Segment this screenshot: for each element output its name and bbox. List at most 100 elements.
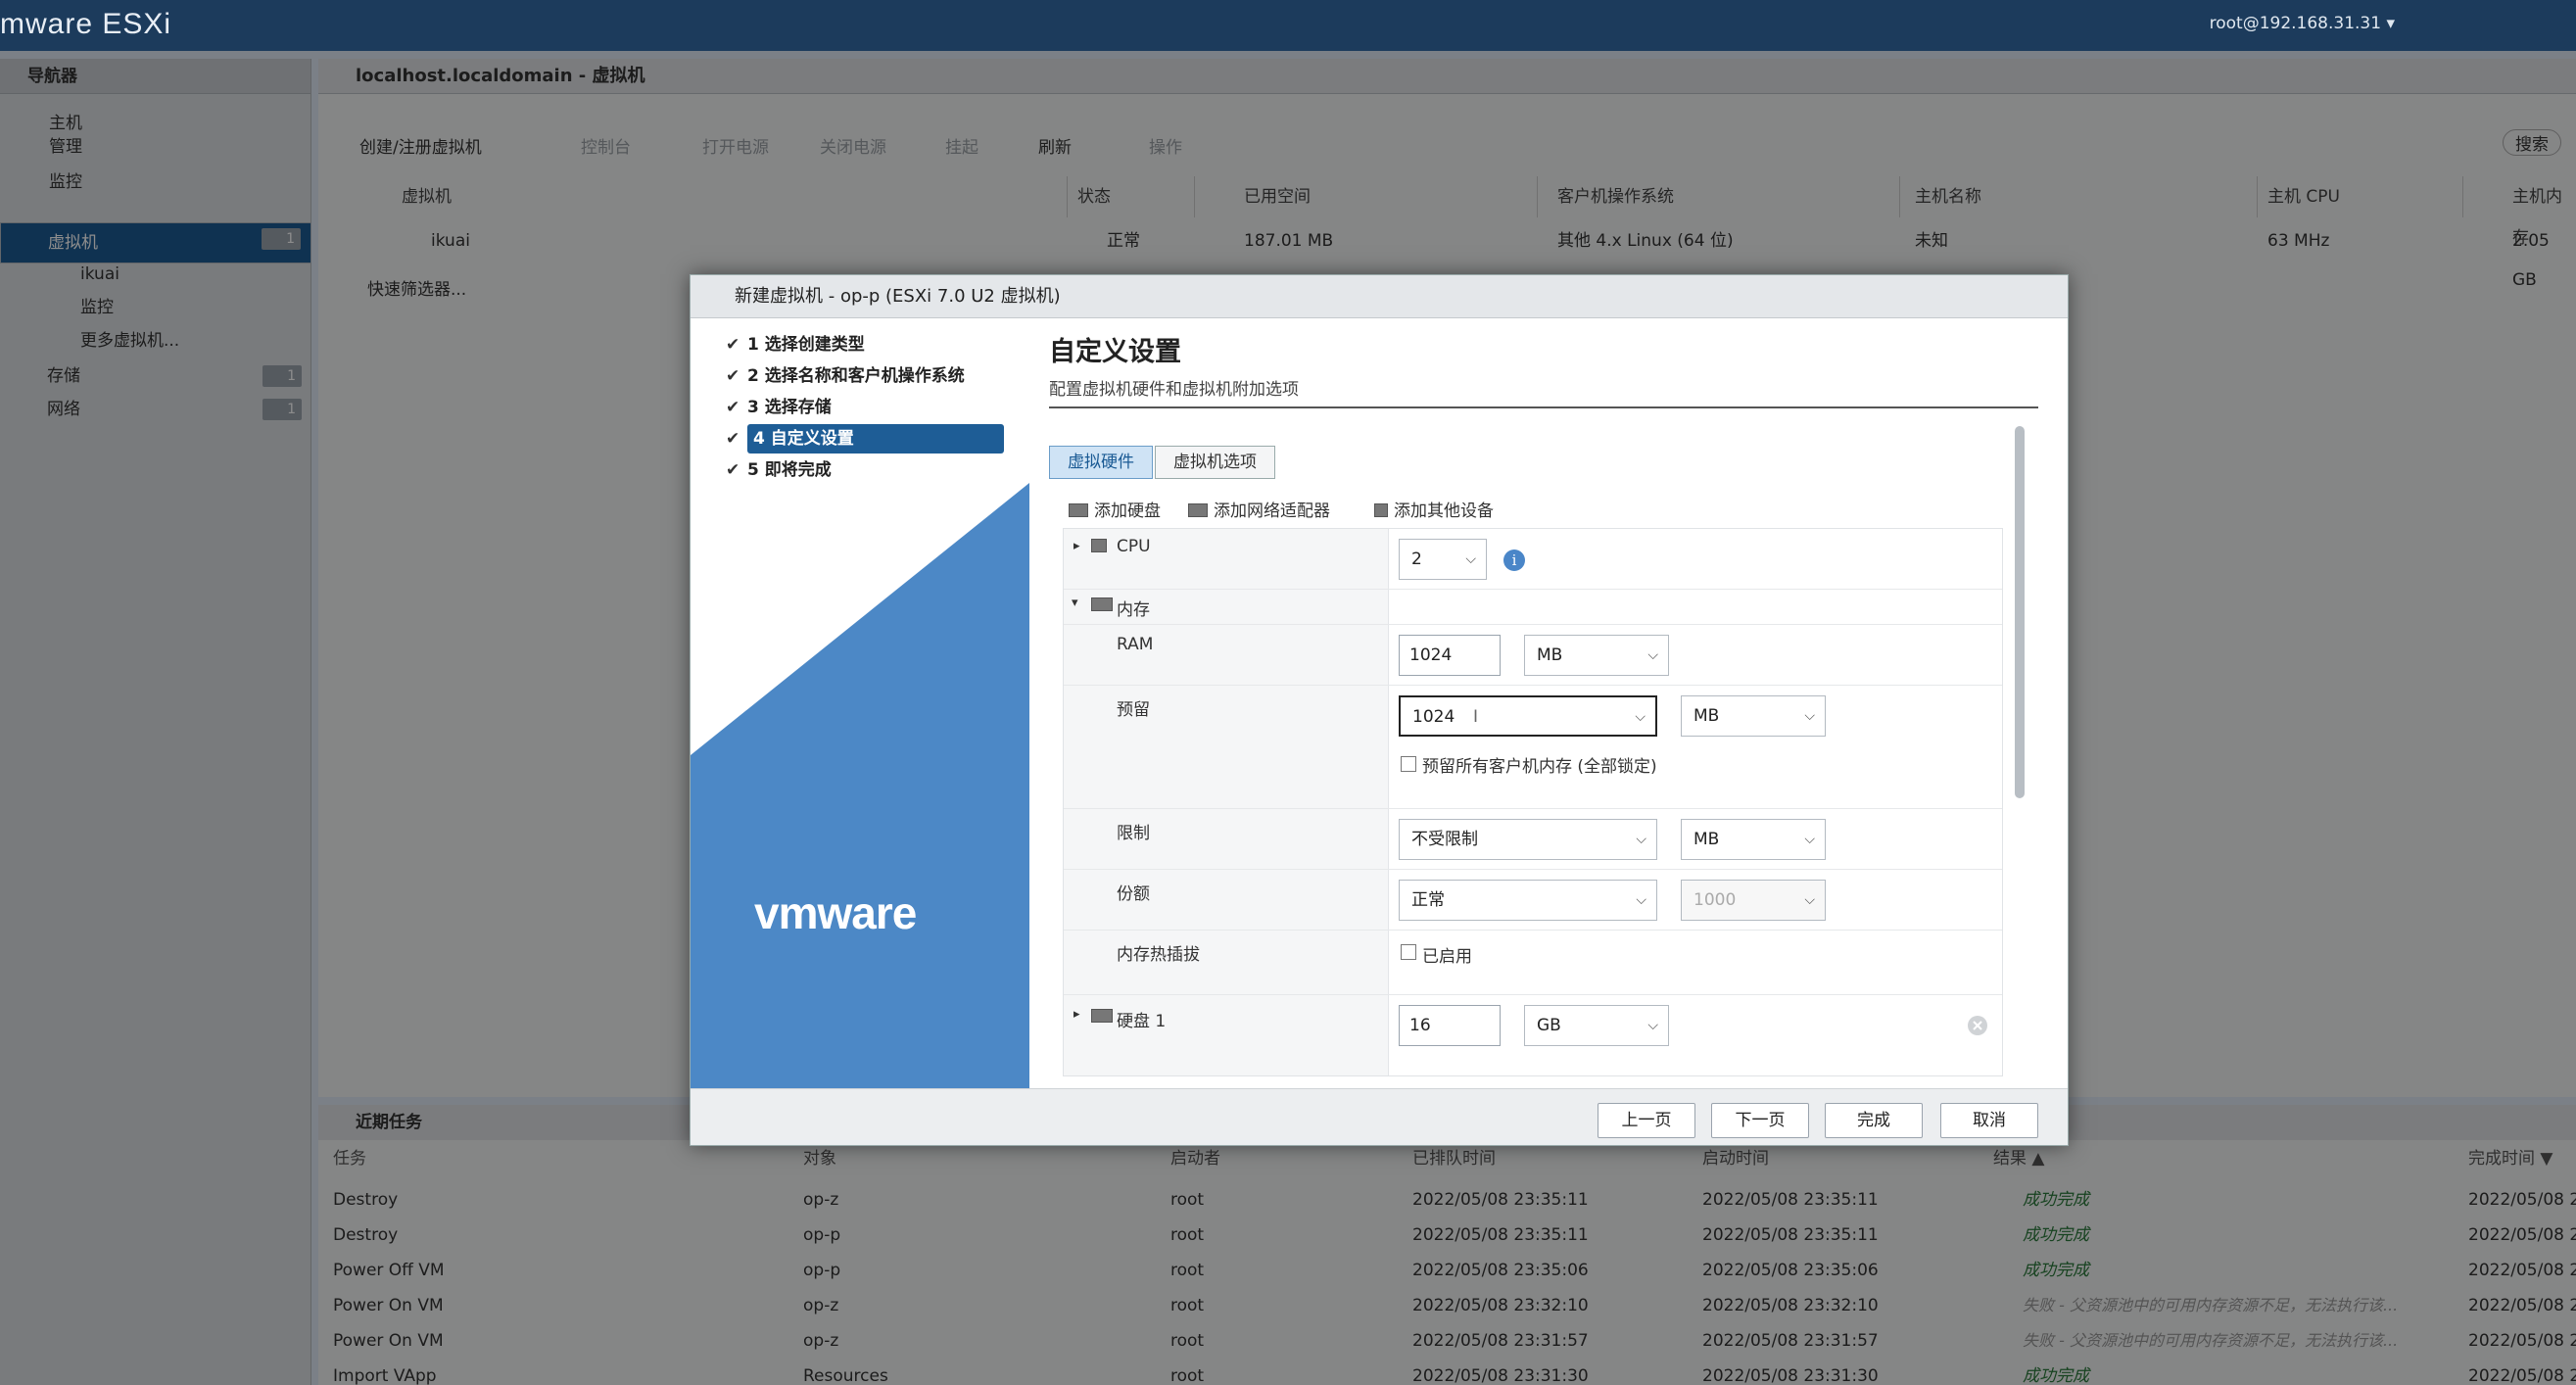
- add-other-device-button[interactable]: 添加其他设备: [1374, 497, 1494, 521]
- col-host-mem[interactable]: 主机内存: [2512, 176, 2576, 248]
- ram-unit-value: MB: [1537, 645, 1563, 665]
- add-hard-disk-button[interactable]: 添加硬盘: [1069, 497, 1161, 521]
- device-icon: [1374, 503, 1388, 517]
- reserve-all-checkbox[interactable]: [1401, 756, 1416, 772]
- task-name: Power On VM: [333, 1296, 444, 1315]
- cancel-button[interactable]: 取消: [1940, 1103, 2038, 1138]
- info-icon[interactable]: i: [1503, 549, 1526, 572]
- back-button[interactable]: 上一页: [1598, 1103, 1695, 1138]
- task-start: 2022/05/08 23:35:11: [1702, 1190, 1879, 1210]
- task-col-done[interactable]: 完成时间 ▼: [2468, 1142, 2552, 1175]
- power-off-button[interactable]: 关闭电源: [820, 133, 886, 158]
- nav-item-more-vms[interactable]: 更多虚拟机...: [80, 325, 179, 357]
- recent-tasks-title: 近期任务: [356, 1113, 422, 1132]
- task-col-initiator[interactable]: 启动者: [1170, 1142, 1220, 1175]
- col-status[interactable]: 状态: [1077, 176, 1195, 217]
- ram-input[interactable]: 1024: [1399, 635, 1501, 676]
- quick-filter[interactable]: 快速筛选器...: [367, 270, 466, 310]
- collapse-caret-icon[interactable]: ▾: [1072, 596, 1078, 610]
- task-row: Power On VM op-z root 2022/05/08 23:32:10 20…: [318, 1288, 2576, 1323]
- expand-caret-icon[interactable]: ▸: [1073, 539, 1080, 553]
- task-object[interactable]: op-z: [803, 1323, 838, 1359]
- shares-value: 正常: [1411, 890, 1445, 910]
- refresh-button[interactable]: 刷新: [1038, 133, 1072, 158]
- task-object[interactable]: op-p: [803, 1253, 840, 1288]
- reservation-unit-select[interactable]: MB ⌵: [1681, 695, 1826, 737]
- hard-disk-size-input[interactable]: 16: [1399, 1005, 1501, 1046]
- chevron-down-icon: ⌵: [1647, 1018, 1658, 1033]
- wizard-step-5[interactable]: ✔ 5 即将完成: [726, 455, 832, 485]
- nav-item-monitor[interactable]: 监控: [49, 167, 82, 198]
- customize-settings-panel: 自定义设置 配置虚拟机硬件和虚拟机附加选项 虚拟硬件 虚拟机选项 添加硬盘 添加…: [1029, 318, 2068, 1088]
- wizard-step-1[interactable]: ✔ 1 选择创建类型: [726, 330, 865, 359]
- wizard-step-2[interactable]: ✔ 2 选择名称和客户机操作系统: [726, 361, 965, 391]
- hard-disk-row: ▸ 硬盘 1 16 GB ⌵: [1064, 995, 2002, 1075]
- nav-item-network[interactable]: 网络 1: [0, 394, 311, 425]
- hotplug-label: 内存热插拔: [1117, 945, 1200, 965]
- task-object[interactable]: Resources: [803, 1359, 888, 1385]
- console-button[interactable]: 控制台: [581, 133, 631, 158]
- vm-host-cell: 未知: [1915, 231, 1948, 251]
- col-hostname[interactable]: 主机名称: [1915, 176, 2258, 217]
- nav-item-vm-monitor[interactable]: 监控: [80, 292, 114, 323]
- wizard-step-3[interactable]: ✔ 3 选择存储: [726, 393, 832, 422]
- memory-icon: [1091, 596, 1119, 615]
- ram-unit-select[interactable]: MB ⌵: [1524, 635, 1669, 676]
- limit-row: 限制 不受限制 ⌵ MB ⌵: [1064, 809, 2002, 870]
- reservation-combo[interactable]: 1024 I ⌵: [1399, 695, 1657, 737]
- hardware-grid: ▸ CPU 2 ⌵ i ▾ 内存 RAM 1024 MB ⌵ 预留 1024 I…: [1063, 528, 2003, 1076]
- task-name: Destroy: [333, 1190, 399, 1210]
- suspend-button[interactable]: 挂起: [945, 133, 978, 158]
- search-input[interactable]: 搜索: [2503, 129, 2561, 156]
- scrollbar[interactable]: [2015, 426, 2025, 798]
- add-network-adapter-button[interactable]: 添加网络适配器: [1188, 497, 1330, 521]
- reservation-unit-value: MB: [1693, 706, 1720, 726]
- col-vm[interactable]: 虚拟机: [402, 176, 1068, 217]
- limit-label: 限制: [1117, 824, 1150, 843]
- tab-virtual-hardware[interactable]: 虚拟硬件: [1049, 446, 1153, 479]
- task-start: 2022/05/08 23:35:11: [1702, 1225, 1879, 1245]
- col-space[interactable]: 已用空间: [1244, 176, 1538, 217]
- nav-item-storage[interactable]: 存储 1: [0, 360, 311, 392]
- task-name: Import VApp: [333, 1366, 437, 1385]
- next-button[interactable]: 下一页: [1711, 1103, 1809, 1138]
- task-queued: 2022/05/08 23:35:11: [1412, 1190, 1589, 1210]
- task-initiator: root: [1170, 1225, 1205, 1245]
- expand-caret-icon[interactable]: ▸: [1073, 1007, 1080, 1022]
- col-host-cpu[interactable]: 主机 CPU: [2267, 176, 2463, 217]
- chevron-down-icon: ⌵: [1804, 892, 1815, 908]
- tab-vm-options[interactable]: 虚拟机选项: [1155, 446, 1275, 479]
- shares-select[interactable]: 正常 ⌵: [1399, 880, 1657, 921]
- task-col-task[interactable]: 任务: [333, 1142, 366, 1175]
- task-initiator: root: [1170, 1261, 1205, 1280]
- task-col-result[interactable]: 结果 ▲: [1993, 1142, 2044, 1175]
- create-vm-button[interactable]: 创建/注册虚拟机: [359, 133, 482, 158]
- hard-disk-unit-select[interactable]: GB ⌵: [1524, 1005, 1669, 1046]
- chevron-down-icon: ⌵: [1636, 832, 1646, 847]
- task-object[interactable]: op-z: [803, 1182, 838, 1218]
- nav-item-vms[interactable]: 虚拟机 1: [0, 222, 311, 263]
- chevron-down-icon: ⌵: [1635, 709, 1646, 725]
- nav-item-manage[interactable]: 管理: [49, 131, 82, 163]
- task-col-queued[interactable]: 已排队时间: [1412, 1142, 1496, 1175]
- task-col-object[interactable]: 对象: [803, 1142, 836, 1175]
- actions-button[interactable]: 操作: [1149, 133, 1182, 158]
- vm-name-cell[interactable]: ikuai: [431, 221, 470, 261]
- shares-number-select[interactable]: 1000 ⌵: [1681, 880, 1826, 921]
- task-col-start[interactable]: 启动时间: [1702, 1142, 1769, 1175]
- user-menu[interactable]: root@192.168.31.31 ▾: [2210, 14, 2395, 33]
- remove-disk-icon[interactable]: [1967, 1015, 1988, 1036]
- cpu-select[interactable]: 2 ⌵: [1399, 539, 1487, 580]
- power-on-button[interactable]: 打开电源: [702, 133, 769, 158]
- task-object[interactable]: op-z: [803, 1288, 838, 1323]
- hotplug-checkbox[interactable]: [1401, 944, 1416, 960]
- wizard-step-4[interactable]: 4 自定义设置: [747, 424, 1004, 454]
- task-object[interactable]: op-p: [803, 1218, 840, 1253]
- limit-select[interactable]: 不受限制 ⌵: [1399, 819, 1657, 860]
- task-queued: 2022/05/08 23:31:57: [1412, 1331, 1589, 1351]
- finish-button[interactable]: 完成: [1825, 1103, 1923, 1138]
- nav-item-ikuai[interactable]: ikuai: [80, 259, 119, 290]
- limit-unit-select[interactable]: MB ⌵: [1681, 819, 1826, 860]
- svg-text:i: i: [1512, 551, 1517, 569]
- col-os[interactable]: 客户机操作系统: [1557, 176, 1900, 217]
